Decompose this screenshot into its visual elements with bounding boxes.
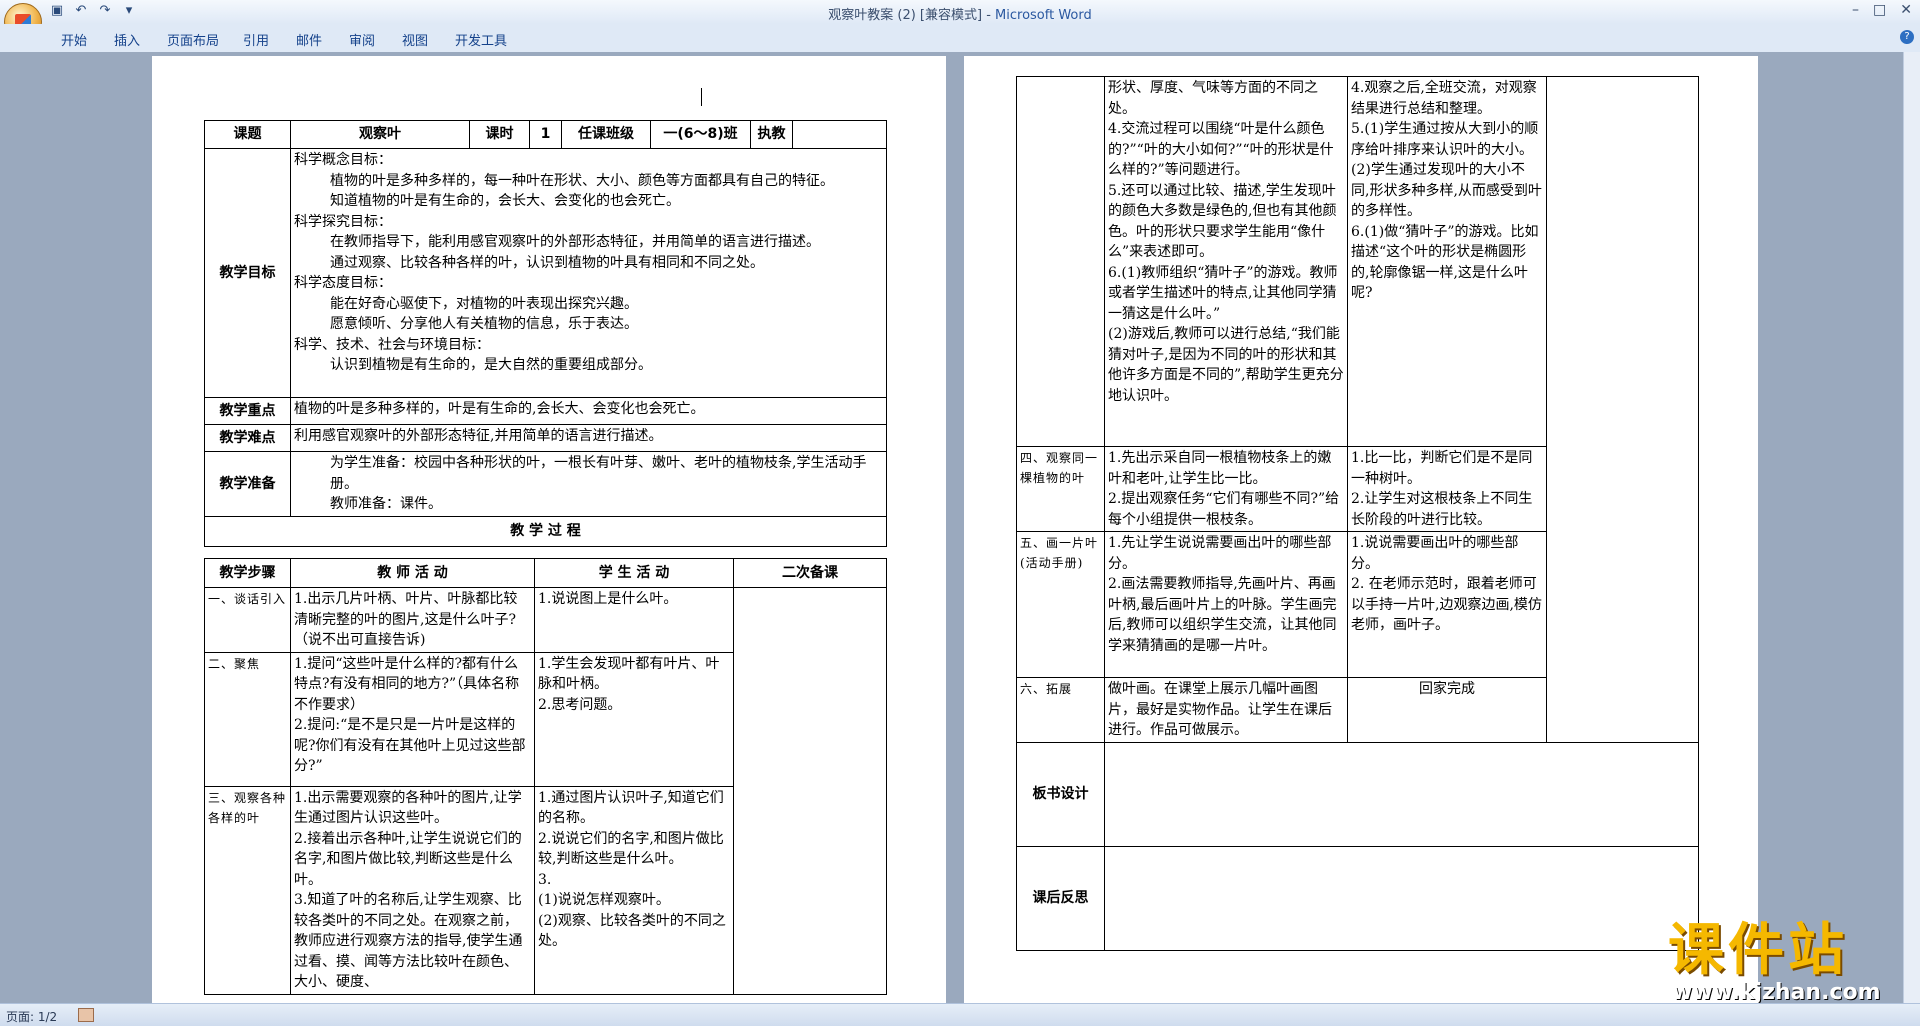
goal-line: 认识到植物是有生命的，是大自然的重要组成部分。: [330, 357, 652, 373]
proofing-icon[interactable]: [78, 1008, 94, 1022]
document-page-1[interactable]: 课题 观察叶 课时 1 任课班级 一(6～8)班 执教 教学目标 科学概念目标：…: [152, 56, 946, 1003]
teacher-activity[interactable]: 做叶画。在课堂上展示几幅叶画图片，最好是实物作品。让学生在课后进行。作品可做展示…: [1104, 677, 1348, 743]
goal-line: 科学态度目标：: [294, 275, 392, 291]
document-page-2[interactable]: 形状、厚度、气味等方面的不同之处。 4.交流过程可以围绕“叶是什么颜色的?”“叶…: [964, 56, 1758, 1003]
goal-line: 植物的叶是多种多样的，每一种叶在形状、大小、颜色等方面都具有自己的特征。: [330, 172, 834, 189]
tab-page-layout[interactable]: 页面布局: [167, 30, 219, 49]
teacher-activity[interactable]: 1.出示几片叶柄、叶片、叶脉都比较清晰完整的叶的图片,这是什么叶子?（说不出可直…: [290, 587, 535, 653]
step-name: [1016, 76, 1105, 447]
teacher-activity[interactable]: 1.先出示采自同一根植物枝条上的嫩叶和老叶,让学生比一比。 2.提出观察任务“它…: [1104, 446, 1348, 532]
help-icon[interactable]: ?: [1900, 30, 1914, 44]
teacher-label: 执教: [750, 120, 793, 149]
teacher-value[interactable]: [792, 120, 887, 149]
class-value: 一(6～8)班: [650, 120, 751, 149]
prep-cell[interactable]: 为学生准备：校园中各种形状的叶，一根长有叶芽、嫩叶、老叶的植物枝条,学生活动手册…: [290, 451, 887, 517]
student-activity[interactable]: 1.说说图上是什么叶。: [534, 587, 734, 653]
board-label: 板书设计: [1016, 742, 1105, 847]
maximize-icon[interactable]: □: [1873, 2, 1886, 18]
goal-line: 在教师指导下，能利用感官观察叶的外部形态特征，并用简单的语言进行描述。: [330, 234, 820, 250]
revision-cell[interactable]: [1546, 76, 1699, 743]
topic-label: 课题: [204, 120, 291, 149]
step-name: 一、谈话引入: [204, 587, 291, 653]
col-revision: 二次备课: [733, 558, 887, 588]
goal-line: 科学、技术、社会与环境目标：: [294, 336, 490, 353]
vertical-ruler: [1903, 52, 1920, 1003]
prep-line: 教师准备：课件。: [330, 496, 442, 512]
topic-value: 观察叶: [290, 120, 470, 149]
lesson-table-top: 课题 观察叶 课时 1 任课班级 一(6～8)班 执教 教学目标 科学概念目标：…: [204, 120, 887, 547]
student-activity[interactable]: 4.观察之后,全班交流，对观察结果进行总结和整理。 5.(1)学生通过按从大到小…: [1347, 76, 1547, 447]
title-bar: ▣ ↶ ↷ ▾ 观察叶教案 (2) [兼容模式] - Microsoft Wor…: [0, 0, 1920, 41]
hours-label: 课时: [469, 120, 530, 149]
watermark-name: 课件站: [1668, 918, 1848, 983]
page-indicator[interactable]: 页面: 1/2: [6, 1008, 57, 1025]
step-name: 二、聚焦: [204, 651, 291, 787]
text-cursor: [701, 88, 702, 106]
board-cell[interactable]: [1104, 742, 1699, 847]
step-name: 三、观察各种各样的叶: [204, 785, 291, 995]
app-name: Microsoft Word: [995, 8, 1092, 23]
window-controls: – □ ✕: [1852, 2, 1912, 18]
ribbon-tabs: 开始 插入 页面布局 引用 邮件 审阅 视图 开发工具 ?: [0, 24, 1920, 53]
reflection-label: 课后反思: [1016, 846, 1105, 951]
reflection-cell[interactable]: [1104, 846, 1699, 951]
difficulty-value[interactable]: 利用感官观察叶的外部形态特征,并用简单的语言进行描述。: [290, 424, 887, 452]
tab-view[interactable]: 视图: [402, 30, 428, 49]
col-student: 学 生 活 动: [534, 558, 734, 588]
key-label: 教学重点: [204, 397, 291, 425]
student-activity[interactable]: 1.通过图片认识叶子,知道它们的名称。 2.说说它们的名字,和图片做比较,判断这…: [534, 785, 734, 995]
document-workspace: 课题 观察叶 课时 1 任课班级 一(6～8)班 执教 教学目标 科学概念目标：…: [0, 52, 1920, 1003]
prep-line: 为学生准备：校园中各种形状的叶，一根长有叶芽、嫩叶、老叶的植物枝条,学生活动手册…: [330, 455, 867, 492]
site-watermark: 课件站 www.kjzhan.com: [1668, 918, 1906, 1006]
step-name: 五、画一片叶(活动手册): [1016, 531, 1105, 678]
hours-value: 1: [529, 120, 562, 149]
goal-line: 通过观察、比较各种各样的叶，认识到植物的叶具有相同和不同之处。: [330, 254, 764, 271]
goal-line: 能在好奇心驱使下，对植物的叶表现出探究兴趣。: [330, 295, 638, 312]
close-icon[interactable]: ✕: [1900, 2, 1912, 18]
tab-review[interactable]: 审阅: [349, 30, 375, 49]
teacher-activity[interactable]: 1.出示需要观察的各种叶的图片,让学生通过图片认识这些叶。 2.接着出示各种叶,…: [290, 785, 535, 995]
revision-cell[interactable]: [733, 587, 887, 995]
window-title: 观察叶教案 (2) [兼容模式] - Microsoft Word: [0, 4, 1920, 23]
col-step: 教学步骤: [204, 558, 291, 588]
teacher-activity[interactable]: 1.提问“这些叶是什么样的?都有什么特点?有没有相同的地方?”（具体名称不作要求…: [290, 651, 535, 787]
step-name: 四、观察同一棵植物的叶: [1016, 446, 1105, 532]
minimize-icon[interactable]: –: [1852, 2, 1859, 18]
process-title: 教 学 过 程: [204, 515, 887, 547]
student-activity[interactable]: 回家完成: [1347, 677, 1547, 743]
student-activity[interactable]: 1.学生会发现叶都有叶片、叶脉和叶柄。 2.思考问题。: [534, 651, 734, 787]
process-table-page1: 教学步骤 教 师 活 动 学 生 活 动 二次备课 一、谈话引入 1.出示几片叶…: [204, 558, 887, 995]
goal-line: 科学概念目标：: [294, 152, 392, 168]
difficulty-label: 教学难点: [204, 424, 291, 452]
tab-home[interactable]: 开始: [61, 30, 87, 49]
tab-developer[interactable]: 开发工具: [455, 30, 507, 49]
class-label: 任课班级: [561, 120, 651, 149]
key-value[interactable]: 植物的叶是多种多样的，叶是有生命的,会长大、会变化也会死亡。: [290, 397, 887, 425]
goal-line: 科学探究目标：: [294, 213, 392, 230]
tab-insert[interactable]: 插入: [114, 30, 140, 49]
doc-title: 观察叶教案 (2) [兼容模式] -: [828, 8, 996, 23]
tab-references[interactable]: 引用: [243, 30, 269, 49]
teacher-activity[interactable]: 1.先让学生说说需要画出叶的哪些部分。 2.画法需要教师指导,先画叶片、再画叶柄…: [1104, 531, 1348, 678]
goal-line: 知道植物的叶是有生命的，会长大、会变化的也会死亡。: [330, 193, 680, 209]
teacher-activity[interactable]: 形状、厚度、气味等方面的不同之处。 4.交流过程可以围绕“叶是什么颜色的?”“叶…: [1104, 76, 1348, 447]
status-bar: 页面: 1/2: [0, 1003, 1920, 1026]
student-activity[interactable]: 1.比一比，判断它们是不是同一种树叶。 2.让学生对这根枝条上不同生长阶段的叶进…: [1347, 446, 1547, 532]
student-activity[interactable]: 1.说说需要画出叶的哪些部分。 2. 在老师示范时，跟着老师可以手持一片叶,边观…: [1347, 531, 1547, 678]
board-table: 板书设计 课后反思: [1016, 742, 1699, 951]
goals-label: 教学目标: [204, 148, 291, 398]
goals-cell[interactable]: 科学概念目标： 植物的叶是多种多样的，每一种叶在形状、大小、颜色等方面都具有自己…: [290, 148, 887, 398]
goal-line: 愿意倾听、分享他人有关植物的信息，乐于表达。: [330, 316, 638, 332]
prep-label: 教学准备: [204, 451, 291, 517]
step-name: 六、拓展: [1016, 677, 1105, 743]
process-table-page2: 形状、厚度、气味等方面的不同之处。 4.交流过程可以围绕“叶是什么颜色的?”“叶…: [1016, 76, 1699, 743]
col-teacher: 教 师 活 动: [290, 558, 535, 588]
tab-mailings[interactable]: 邮件: [296, 30, 322, 49]
watermark-url: www.kjzhan.com: [1672, 980, 1881, 1005]
